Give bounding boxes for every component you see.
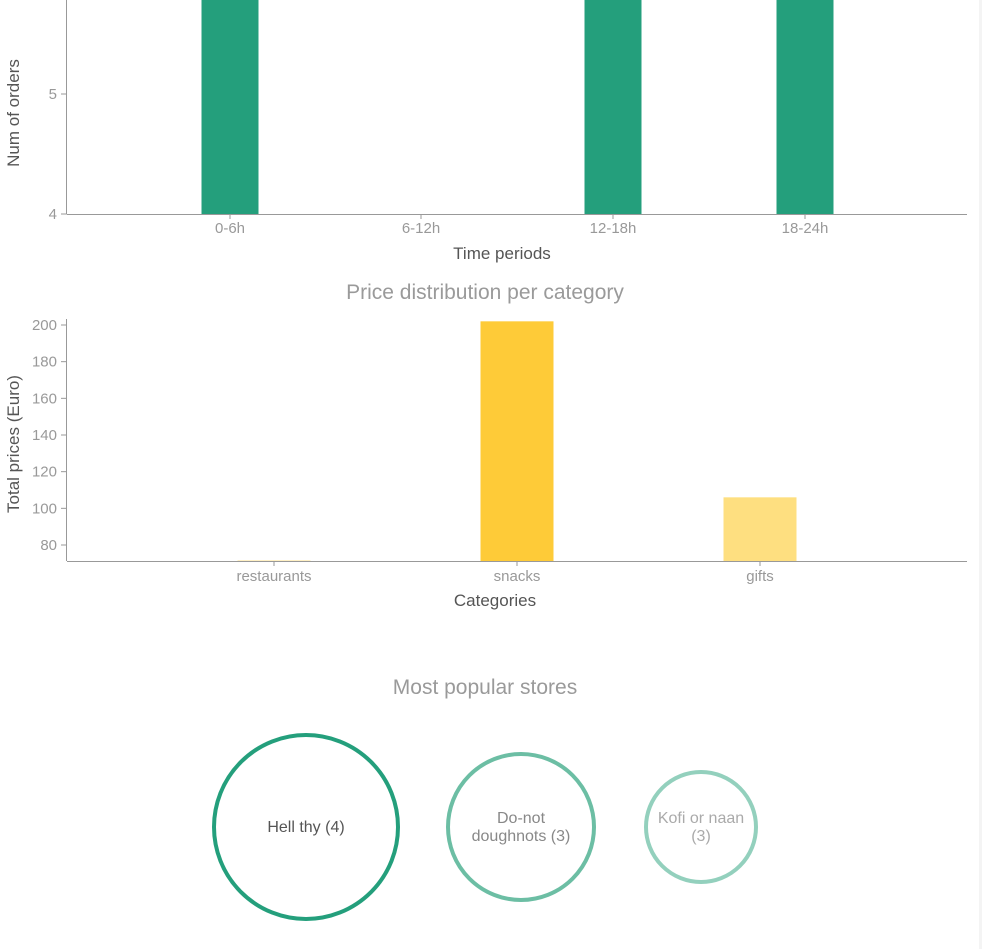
y-tick-label-140: 140 [32, 427, 57, 444]
x-tick-label-6-12h: 6-12h [402, 220, 440, 237]
y-axis-label: Total prices (Euro) [4, 375, 23, 513]
bar-12-18h [584, 0, 642, 214]
y-tick-label-5: 5 [49, 86, 57, 103]
x-axis-label: Categories [454, 591, 536, 610]
orders-by-time-chart: 0-6h 6-12h 12-18h 18-24h 4 5 Time periods Num o… [4, 0, 967, 263]
y-tick-label-180: 180 [32, 354, 57, 371]
x-tick-label-0-6h: 0-6h [215, 220, 245, 237]
bar-0-6h [201, 0, 259, 214]
bubble-label-kofi-or-naan-3-line-2: (3) [691, 828, 711, 845]
y-tick-label-200: 200 [32, 317, 57, 334]
chart-title: Most popular stores [393, 676, 577, 699]
price-distribution-chart: Price distribution per category restauran… [4, 281, 967, 610]
y-axis-label: Num of orders [4, 59, 23, 167]
dashboard-charts: 0-6h 6-12h 12-18h 18-24h 4 5 Time periods Num o… [4, 0, 967, 921]
popular-stores-chart: Most popular stores Hell thy (4) Do-notdou… [212, 676, 758, 921]
bubble-label-kofi-or-naan-3-line-1: Kofi or naan [658, 810, 744, 827]
x-axis-label: Time periods [453, 244, 551, 263]
bubble-do-not-doughnots-3 [446, 752, 596, 902]
x-tick-label-12-18h: 12-18h [590, 220, 637, 237]
bar-snacks [480, 321, 554, 561]
y-tick-label-100: 100 [32, 500, 57, 517]
bar-18-24h [776, 0, 834, 214]
chart-title: Price distribution per category [346, 281, 624, 304]
x-tick-label-gifts: gifts [746, 568, 774, 585]
y-tick-label-4: 4 [49, 206, 57, 223]
x-tick-label-restaurants: restaurants [236, 568, 311, 585]
bubble-kofi-or-naan-3 [644, 770, 758, 884]
bar-gifts [723, 497, 797, 561]
y-tick-label-120: 120 [32, 464, 57, 481]
y-tick-label-160: 160 [32, 390, 57, 407]
bubble-label-do-not-doughnots-3-line-1: Do-not [497, 810, 546, 827]
bubble-label-hell-thy-4: Hell thy (4) [267, 819, 344, 836]
bar-restaurants [237, 560, 311, 561]
x-tick-label-snacks: snacks [494, 568, 541, 585]
x-tick-label-18-24h: 18-24h [782, 220, 829, 237]
y-tick-label-80: 80 [40, 537, 57, 554]
bubble-label-do-not-doughnots-3-line-2: doughnots (3) [472, 828, 571, 845]
